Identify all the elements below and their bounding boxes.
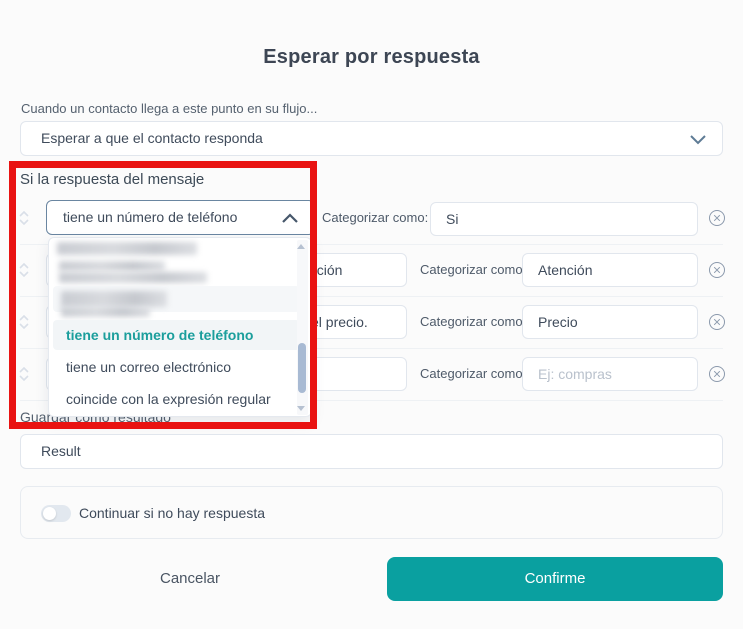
cancel-button[interactable]: Cancelar (20, 557, 360, 601)
condition-dropdown-panel: tiene un número de teléfono tiene un cor… (48, 237, 312, 417)
category-value-2: Atención (538, 254, 592, 286)
result-value: Result (41, 435, 81, 468)
categorize-label: Categorizar como: (420, 305, 526, 339)
category-value-3: Precio (538, 306, 578, 338)
no-reply-toggle-label: Continuar si no hay respuesta (79, 487, 265, 540)
scrollbar-up-arrow-icon[interactable] (297, 244, 305, 249)
drag-handle-icon[interactable] (17, 262, 31, 278)
drag-handle-icon[interactable] (17, 210, 31, 226)
remove-row-icon[interactable] (708, 209, 726, 227)
redacted-dropdown-item[interactable] (59, 261, 165, 271)
flow-action-select-value: Esperar a que el contacto responda (41, 122, 263, 155)
redacted-dropdown-item[interactable] (57, 242, 197, 255)
categorize-label: Categorizar como: (420, 357, 526, 391)
no-reply-option-box: Continuar si no hay respuesta (20, 486, 723, 539)
categorize-label: Categorizar como: (420, 253, 526, 287)
categorize-label: Categorizar como: (322, 201, 428, 235)
remove-row-icon[interactable] (708, 261, 726, 279)
condition-value-2: nción (309, 254, 342, 286)
drag-handle-icon[interactable] (17, 366, 31, 382)
category-input-4[interactable]: Ej: compras (522, 357, 698, 391)
chevron-up-icon (282, 213, 298, 223)
flow-label: Cuando un contacto llega a este punto en… (21, 101, 317, 116)
remove-row-icon[interactable] (708, 365, 726, 383)
category-value-1: Si (446, 203, 458, 235)
dropdown-item-phone[interactable]: tiene un número de teléfono (66, 320, 253, 350)
scrollbar-down-arrow-icon[interactable] (297, 406, 305, 411)
category-input-1[interactable]: Si (430, 202, 698, 236)
toggle-knob (43, 507, 56, 520)
condition-value-3: el precio. (311, 306, 368, 338)
confirm-button[interactable]: Confirme (387, 557, 723, 601)
no-reply-toggle[interactable] (41, 505, 71, 522)
redacted-dropdown-item (61, 307, 150, 317)
scrollbar-thumb[interactable] (298, 343, 306, 393)
remove-row-icon[interactable] (708, 313, 726, 331)
condition-section-label: Si la respuesta del mensaje (20, 171, 204, 188)
category-placeholder-4: Ej: compras (538, 358, 612, 390)
redacted-dropdown-item[interactable] (59, 272, 207, 283)
condition-select-open[interactable]: tiene un número de teléfono (46, 200, 315, 235)
category-input-2[interactable]: Atención (522, 253, 698, 287)
dropdown-item-regex[interactable]: coincide con la expresión regular (66, 384, 271, 414)
chevron-down-icon (690, 135, 706, 145)
dropdown-item-email[interactable]: tiene un correo electrónico (66, 352, 231, 382)
redacted-dropdown-item[interactable] (61, 291, 167, 307)
category-input-3[interactable]: Precio (522, 305, 698, 339)
flow-action-select[interactable]: Esperar a que el contacto responda (20, 121, 723, 156)
dialog-title: Esperar por respuesta (0, 46, 743, 69)
condition-select-value: tiene un número de teléfono (63, 201, 237, 233)
drag-handle-icon[interactable] (17, 314, 31, 330)
result-input[interactable]: Result (20, 434, 723, 469)
